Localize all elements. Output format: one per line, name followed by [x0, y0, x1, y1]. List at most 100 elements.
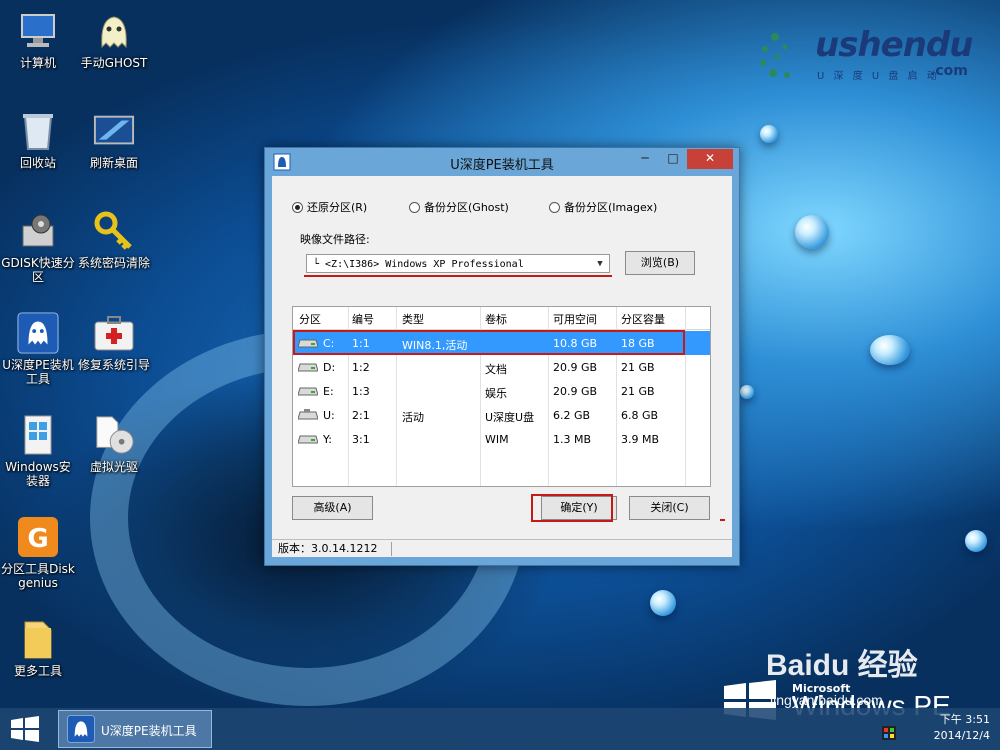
cell-drive: Y:: [323, 433, 332, 446]
radio-label: 备份分区(Ghost): [424, 201, 509, 214]
windows-installer-icon: [24, 415, 52, 455]
clock-time: 下午 3:51: [939, 713, 990, 726]
image-path-label: 映像文件路径:: [300, 233, 370, 246]
logo-brand: ushendu: [815, 25, 973, 65]
table-row[interactable]: D: 1:2 文档 20.9 GB 21 GB: [293, 355, 710, 379]
desktop-icon-ushendu-pe[interactable]: U深度PE装机工具: [0, 312, 76, 386]
desktop-icon-gdisk[interactable]: GDISK快速分区: [0, 210, 76, 284]
wallpaper-drop: [740, 385, 754, 399]
desktop-icon-label: 修复系统引导: [77, 358, 150, 372]
cell-size: 21 GB: [621, 361, 655, 374]
column-header[interactable]: 类型: [402, 311, 424, 327]
column-header[interactable]: 分区: [299, 311, 321, 327]
taskbar-item-pe-installer[interactable]: U深度PE装机工具: [58, 710, 212, 748]
column-header[interactable]: 可用空间: [553, 311, 597, 327]
table-row[interactable]: Y: 3:1 WIM 1.3 MB 3.9 MB: [293, 427, 710, 451]
first-aid-kit-icon: [94, 316, 134, 351]
cell-label: 文档: [485, 363, 507, 376]
radio-unchecked-icon: [409, 201, 420, 213]
desktop-icon-recycle-bin[interactable]: 回收站: [0, 110, 76, 170]
diskgenius-icon: G: [18, 517, 58, 557]
desktop-icon-label: U深度PE装机工具: [2, 358, 74, 386]
taskbar-item-label: U深度PE装机工具: [101, 724, 197, 738]
desktop-icon-refresh-desktop[interactable]: 刷新桌面: [76, 110, 152, 170]
dialog-titlebar[interactable]: U深度PE装机工具 ─ □ ✕: [265, 148, 739, 176]
radio-backup-ghost[interactable]: 备份分区(Ghost): [409, 199, 509, 215]
partition-table: 分区 编号 类型 卷标 可用空间 分区容量 C: 1:1 WIN8.1,活动 1…: [292, 306, 711, 487]
desktop-icon-password-clear[interactable]: 系统密码清除: [76, 210, 152, 270]
column-header[interactable]: 分区容量: [621, 311, 665, 327]
desktop-icon-windows-installer[interactable]: Windows安装器: [0, 414, 76, 488]
radio-restore-partition[interactable]: 还原分区(R): [292, 199, 367, 215]
cell-num: 3:1: [352, 433, 370, 446]
dialog-client: 还原分区(R) 备份分区(Ghost) 备份分区(Imagex) 映像文件路径:…: [272, 176, 732, 557]
image-path-select[interactable]: └ <Z:\I386> Windows XP Professional ▼: [306, 254, 610, 273]
desktop-icon-label: 分区工具Diskgenius: [1, 562, 75, 590]
pe-installer-dialog: U深度PE装机工具 ─ □ ✕ 还原分区(R) 备份分区(Ghost) 备份分区…: [264, 147, 740, 566]
desktop-icon-virtual-drive[interactable]: 虚拟光驱: [76, 414, 152, 474]
close-window-button[interactable]: ✕: [687, 149, 733, 169]
cell-free: 1.3 MB: [553, 433, 592, 446]
maximize-button[interactable]: □: [659, 149, 687, 169]
ushendu-logo: ushendu U 深 度 U 盘 启 动 .com: [755, 25, 985, 85]
wallpaper-drop: [870, 335, 910, 365]
radio-label: 备份分区(Imagex): [564, 201, 658, 214]
advanced-button[interactable]: 高级(A): [292, 496, 373, 520]
hard-drive-icon: [298, 435, 318, 444]
baidu-url-watermark: jingyan.baidu.com: [770, 692, 883, 708]
desktop-icon-label: 虚拟光驱: [89, 460, 138, 474]
desktop-icon-label: 刷新桌面: [89, 156, 138, 170]
network-tray-icon[interactable]: [882, 726, 896, 740]
column-header[interactable]: 编号: [352, 311, 374, 327]
version-text: 版本：3.0.14.1212: [278, 542, 378, 555]
logo-subtitle: U 深 度 U 盘 启 动: [817, 71, 940, 82]
refresh-desktop-icon: [93, 115, 135, 145]
cell-free: 6.2 GB: [553, 409, 591, 422]
cell-label: WIM: [485, 433, 509, 446]
minimize-button[interactable]: ─: [631, 149, 659, 169]
wallpaper-drop: [650, 590, 676, 616]
browse-button[interactable]: 浏览(B): [625, 251, 695, 275]
computer-icon: [21, 14, 55, 47]
image-path-value: └ <Z:\I386> Windows XP Professional: [313, 259, 524, 270]
cell-label: U深度U盘: [485, 411, 535, 424]
baidu-watermark: Baidu 经验: [766, 649, 918, 682]
radio-unchecked-icon: [549, 201, 560, 213]
ushendu-ghost-icon: [17, 312, 59, 354]
table-row[interactable]: E: 1:3 娱乐 20.9 GB 21 GB: [293, 379, 710, 403]
wallpaper-drop: [760, 125, 778, 143]
cell-free: 20.9 GB: [553, 361, 598, 374]
annotation-highlight-row: [293, 330, 685, 355]
hard-drive-icon: [298, 387, 318, 396]
start-button-windows-icon[interactable]: [10, 716, 40, 742]
desktop-icon-label: GDISK快速分区: [1, 256, 75, 284]
ushendu-ghost-icon: [67, 715, 95, 743]
desktop-icon-computer[interactable]: 计算机: [0, 10, 76, 70]
desktop-icon-manual-ghost[interactable]: 手动GHOST: [76, 10, 152, 70]
cell-drive: E:: [323, 385, 334, 398]
desktop-icon-label: 更多工具: [13, 664, 62, 678]
table-header: 分区 编号 类型 卷标 可用空间 分区容量: [293, 307, 710, 330]
cell-size: 6.8 GB: [621, 409, 659, 422]
radio-backup-imagex[interactable]: 备份分区(Imagex): [549, 199, 657, 215]
clock-date: 2014/12/4: [933, 729, 990, 742]
desktop-icon-label: Windows安装器: [5, 460, 71, 488]
desktop-icon-more-tools[interactable]: 更多工具: [0, 618, 76, 678]
key-icon: [94, 211, 132, 250]
recycle-bin-icon: [23, 114, 53, 150]
desktop-icon-label: 手动GHOST: [80, 56, 148, 70]
logo-mark-icon: [760, 33, 790, 78]
cell-size: 3.9 MB: [621, 433, 660, 446]
table-row[interactable]: U: 2:1 活动 U深度U盘 6.2 GB 6.8 GB: [293, 403, 710, 427]
wallpaper-drop: [795, 215, 829, 249]
cell-free: 20.9 GB: [553, 385, 598, 398]
column-header[interactable]: 卷标: [485, 311, 507, 327]
system-clock[interactable]: 下午 3:51 2014/12/4: [912, 712, 990, 744]
desktop-icon-label: 系统密码清除: [77, 256, 150, 270]
desktop-icon-diskgenius[interactable]: G 分区工具Diskgenius: [0, 516, 76, 590]
close-button[interactable]: 关闭(C): [629, 496, 710, 520]
status-divider: [391, 542, 392, 556]
cell-label: 娱乐: [485, 387, 507, 400]
desktop-icon-repair-boot[interactable]: 修复系统引导: [76, 312, 152, 372]
cell-num: 1:3: [352, 385, 370, 398]
